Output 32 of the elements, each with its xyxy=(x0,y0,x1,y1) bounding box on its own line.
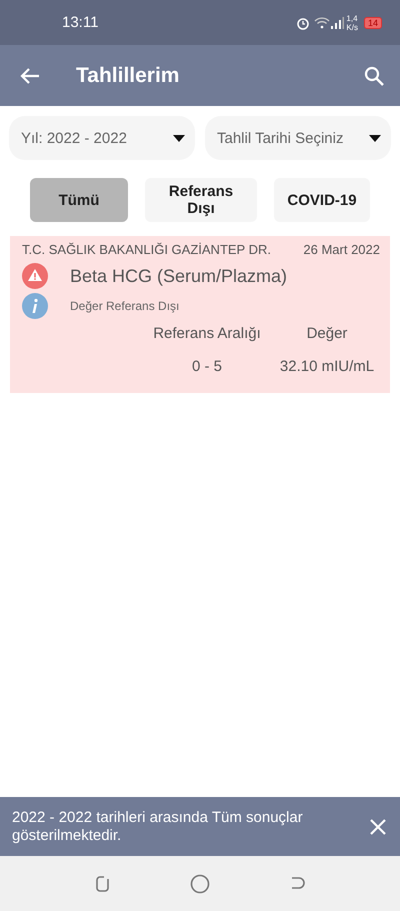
table-cell-text: 0 - 5 xyxy=(190,358,223,375)
signal-icon xyxy=(330,16,344,28)
snackbar-message: 2022 - 2022 tarihleri arasında Tüm sonuçlar gösterilmektedir. xyxy=(12,808,304,844)
caret-icon xyxy=(173,134,185,142)
wifi-icon xyxy=(314,16,330,28)
result-date: 26 Mart 2022 xyxy=(303,242,380,257)
filter-dropdown[interactable]: Tahlil Tarihi Seçiniz xyxy=(205,116,391,160)
status-time: 13:11 xyxy=(62,14,100,31)
page-title: Tahlillerim xyxy=(76,64,180,88)
institution-name: T.C. SAĞLIK BAKANLIĞI GAZİANTEP DR. xyxy=(22,242,271,257)
recent-apps-icon[interactable] xyxy=(94,874,112,892)
network-speed: 1,4 xyxy=(346,14,358,22)
alarm-icon xyxy=(296,16,310,30)
result-note: Değer Referans Dışı xyxy=(70,299,180,313)
home-icon[interactable] xyxy=(190,874,210,894)
filter-tab[interactable]: Tümü xyxy=(30,178,128,222)
filter-tab[interactable]: Referans Dışı xyxy=(145,178,257,222)
column-header: Değer xyxy=(306,325,348,342)
close-icon[interactable] xyxy=(370,818,386,834)
warning-icon xyxy=(22,263,48,289)
info-icon xyxy=(22,293,48,319)
result-card[interactable]: T.C. SAĞLIK BAKANLIĞI GAZİANTEP DR. 26 Mart 2022 Beta HCG (Serum/Plazma) Değer Referans Dışı Referans Aralığı Değer 0 - 5 32.10 mIU/mL xyxy=(10,236,390,393)
battery-level: 14 xyxy=(364,16,382,28)
column-header: Referans Aralığı xyxy=(152,325,262,342)
table-cell-text: 32.10 mIU/mL xyxy=(278,358,376,375)
filter-tab[interactable]: COVID-19 xyxy=(274,178,370,222)
back-arrow-icon[interactable] xyxy=(20,66,40,84)
network-speed-unit: K/s xyxy=(346,22,358,32)
test-name: Beta HCG (Serum/Plazma) xyxy=(70,266,288,286)
search-icon[interactable] xyxy=(364,66,384,86)
filter-dropdown[interactable]: Yıl: 2022 - 2022 xyxy=(9,116,195,160)
caret-icon xyxy=(369,134,381,142)
